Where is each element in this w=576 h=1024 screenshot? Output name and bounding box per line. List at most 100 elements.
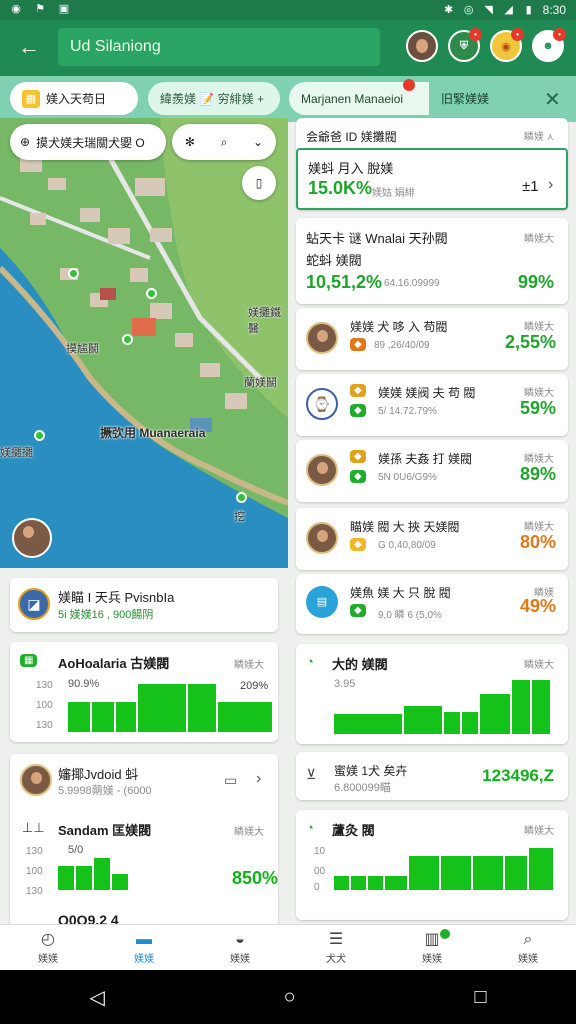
bar — [444, 712, 460, 734]
list-icon: ☰ — [328, 931, 344, 948]
tool-icon: ⊻ — [306, 766, 317, 782]
list-item[interactable]: 媄媄 犬 哆 入 苟閥 ◆ 89 ,26/40/09 瞵媄大 2,55% — [296, 308, 568, 370]
nav-item-inbox[interactable]: ▬ 媄媄 — [96, 925, 192, 970]
info-title: 蜜媄 1犬 矣卉 — [334, 764, 408, 778]
bar — [188, 684, 216, 732]
item-percent: 2,55% — [504, 332, 556, 352]
item-tag-text: 瞵媄大 — [524, 454, 554, 465]
calendar-icon: ▥ — [424, 931, 440, 948]
list-item[interactable]: 瞄媄 閥 大 挾 天媄閥 ◆ G 0,40,80/09 瞵媄大 80% — [296, 508, 568, 570]
nav-item-search[interactable]: ⌕ 媄媄 — [480, 925, 576, 970]
item-title: 媄孫 夫姦 打 媄閥 — [378, 452, 473, 466]
nav-label: 媄媄 — [38, 954, 58, 965]
map-pin[interactable] — [146, 288, 157, 299]
system-nav-bar: ◁ ○ □ — [0, 970, 576, 1024]
metric-card[interactable]: 蛅天卡 谜 Wnalai 天孙閥 瞵媄大 蛇蚪 媄閥 10,51,2% 64.1… — [296, 218, 568, 304]
row-label: 130 — [36, 680, 53, 691]
bar — [334, 714, 402, 734]
search-icon: ⌕ — [523, 931, 533, 948]
item-tag: ◆ — [350, 384, 366, 397]
list-item[interactable]: ◆ 媄孫 夫姦 打 媄閥 ◆ 5Ν 0U6/G9% 瞵媄大 89% — [296, 440, 568, 502]
user-avatar[interactable] — [12, 518, 52, 558]
nav-item-dashboard[interactable]: ◴ 媄媄 — [0, 925, 96, 970]
profile-icon[interactable]: ☻ • — [532, 28, 566, 62]
summary-value: 15.0K% — [308, 178, 373, 198]
message-icon[interactable]: ▭ — [224, 772, 237, 789]
chart-card-1[interactable]: ▦ AoHoalaria 古媄閥 瞵媄大 130 100 130 90.9% 2… — [10, 642, 278, 742]
timer-icon: ⌚ — [306, 388, 338, 420]
summary-right: ±1 — [522, 178, 539, 195]
info-card[interactable]: ⊻ 蜜媄 1犬 矣卉 6.800099瞄 123496,Z — [296, 752, 568, 800]
chart-card-4[interactable]: ◔ 蘆灸 閥 瞵媄大 10 00 0 — [296, 810, 568, 920]
person-card[interactable]: 嬸揶Jvdoid 蚪 5.9998蒴媄 - (6000 ▭ › ⊥⊥ Sanda… — [10, 754, 278, 930]
wechat-icon: ◉ — [11, 3, 21, 15]
home-icon[interactable]: ○ — [284, 986, 296, 1009]
recents-icon[interactable]: □ — [474, 986, 486, 1009]
nav-label: 媄媄 — [134, 954, 154, 965]
my-location-button[interactable]: ▯ — [242, 166, 276, 200]
filter-chip-2[interactable]: 緯羨媄 📝 穷緋媄 + — [148, 82, 280, 115]
bar — [404, 706, 442, 734]
nav-badge — [440, 929, 450, 939]
chart-card-3[interactable]: ◔ 大的 媄閥 瞵媄大 3.95 — [296, 644, 568, 744]
item-sub: 9,0 瞵 6 (5,0% — [378, 610, 442, 621]
item-title: 媄媄 媄阀 夫 苟 閥 — [378, 386, 476, 400]
box-icon: ◒ — [235, 931, 245, 948]
item-tag-text: 瞵媄大 — [524, 388, 554, 399]
item-title: 媄媄 犬 哆 入 苟閥 — [350, 320, 448, 334]
item-tag: ◆ — [350, 450, 366, 463]
tag-badge: ▦ — [20, 654, 38, 667]
nav-label: 媄媄 — [422, 954, 442, 965]
map-search-bar[interactable]: ⊕ 摸犬媄夫瑞關犬夓 O — [10, 124, 166, 160]
item-icon: ▤ — [306, 586, 338, 618]
summary-highlight: 媄蚪 月入 脫媄 15.0K% 媄姑 娟緋 ±1 › — [296, 148, 568, 210]
filter-chip-label: Marjanen Manaeioi — [301, 91, 404, 106]
avatar[interactable] — [406, 30, 438, 62]
place-card[interactable]: ◪ 媄瞄 I 天兵 PvisnbIa 5i 媄媄16 , 900餳阴 — [10, 578, 278, 632]
list-item[interactable]: ▤ 媄魚 媄 大 只 脫 閥 ◆ 9,0 瞵 6 (5,0% 瞵媄 49% — [296, 574, 568, 634]
bar — [116, 702, 136, 732]
filter-chip-4[interactable]: 旧緊媄媄 — [429, 82, 539, 115]
back-arrow-icon[interactable]: ← — [14, 32, 44, 62]
search-icon[interactable]: ⌕ — [221, 135, 228, 150]
list-item[interactable]: ⌚ ◆ 媄媄 媄阀 夫 苟 閥 ◆ 5/ 14.72.79% 瞵媄大 59% — [296, 374, 568, 436]
chart-title: 蘆灸 閥 — [332, 823, 375, 838]
nav-label: 媄媄 — [518, 954, 538, 965]
nav-item-calendar[interactable]: ▥ 媄媄 — [384, 925, 480, 970]
nav-item-list[interactable]: ☰ 犬犬 — [288, 925, 384, 970]
dashboard-icon: ◴ — [41, 931, 55, 948]
summary-card[interactable]: 会爺爸 ID 媄攤閥 瞵媄 ⋏ 媄蚪 月入 脫媄 15.0K% 媄姑 娟緋 ±1… — [296, 118, 568, 210]
bar-group — [334, 678, 552, 734]
filter-chip-1[interactable]: ▦ 媄入天苟日 — [10, 82, 138, 115]
app-badge-icon[interactable]: ⛨ • — [448, 28, 482, 62]
filter-chip-3[interactable]: Marjanen Manaeioi — [289, 79, 429, 115]
item-tag: ◆ — [350, 404, 366, 417]
bar-group — [68, 684, 274, 732]
nav-item-box[interactable]: ◒ 媄媄 — [192, 925, 288, 970]
chevron-down-icon[interactable]: ⌄ — [253, 135, 263, 149]
map-pin[interactable] — [122, 334, 133, 345]
settings-icon[interactable]: ✻ — [185, 135, 195, 149]
page-title[interactable]: Ud Silaniong — [58, 28, 380, 66]
location-icon: ⊕ — [20, 135, 31, 149]
map-tools[interactable]: ✻ ⌕ ⌄ — [172, 124, 276, 160]
map-pin[interactable] — [236, 492, 247, 503]
metric-value: 10,51,2% — [306, 272, 383, 292]
back-icon[interactable]: ◁ — [89, 985, 104, 1010]
coin-icon[interactable]: ◉ • — [490, 28, 524, 62]
chevron-right-icon[interactable]: › — [256, 770, 261, 788]
chevron-right-icon[interactable]: › — [548, 176, 553, 194]
map-search-input[interactable]: 摸犬媄夫瑞關犬夓 O — [36, 134, 145, 151]
item-tag: ◆ — [350, 538, 366, 551]
place-subtitle: 5i 媄媄16 , 900餳阴 — [58, 609, 154, 621]
summary-tag: 瞵媄 ⋏ — [523, 132, 554, 143]
chart-value: 209% — [240, 680, 269, 692]
item-tag: ◆ — [350, 338, 366, 351]
bar — [334, 876, 349, 890]
map-pin[interactable] — [68, 268, 79, 279]
map-pin[interactable] — [34, 430, 45, 441]
item-percent: 89% — [519, 464, 556, 484]
map-label: 媄攤攤 — [0, 447, 33, 459]
map-view[interactable]: ⊕ 摸犬媄夫瑞關犬夓 O ✻ ⌕ ⌄ ▯ 摸尴鬭 媄攤鐵醫 蘭媄鬭 撅弞用 Mu… — [0, 118, 288, 568]
close-icon[interactable]: ✕ — [544, 87, 561, 112]
